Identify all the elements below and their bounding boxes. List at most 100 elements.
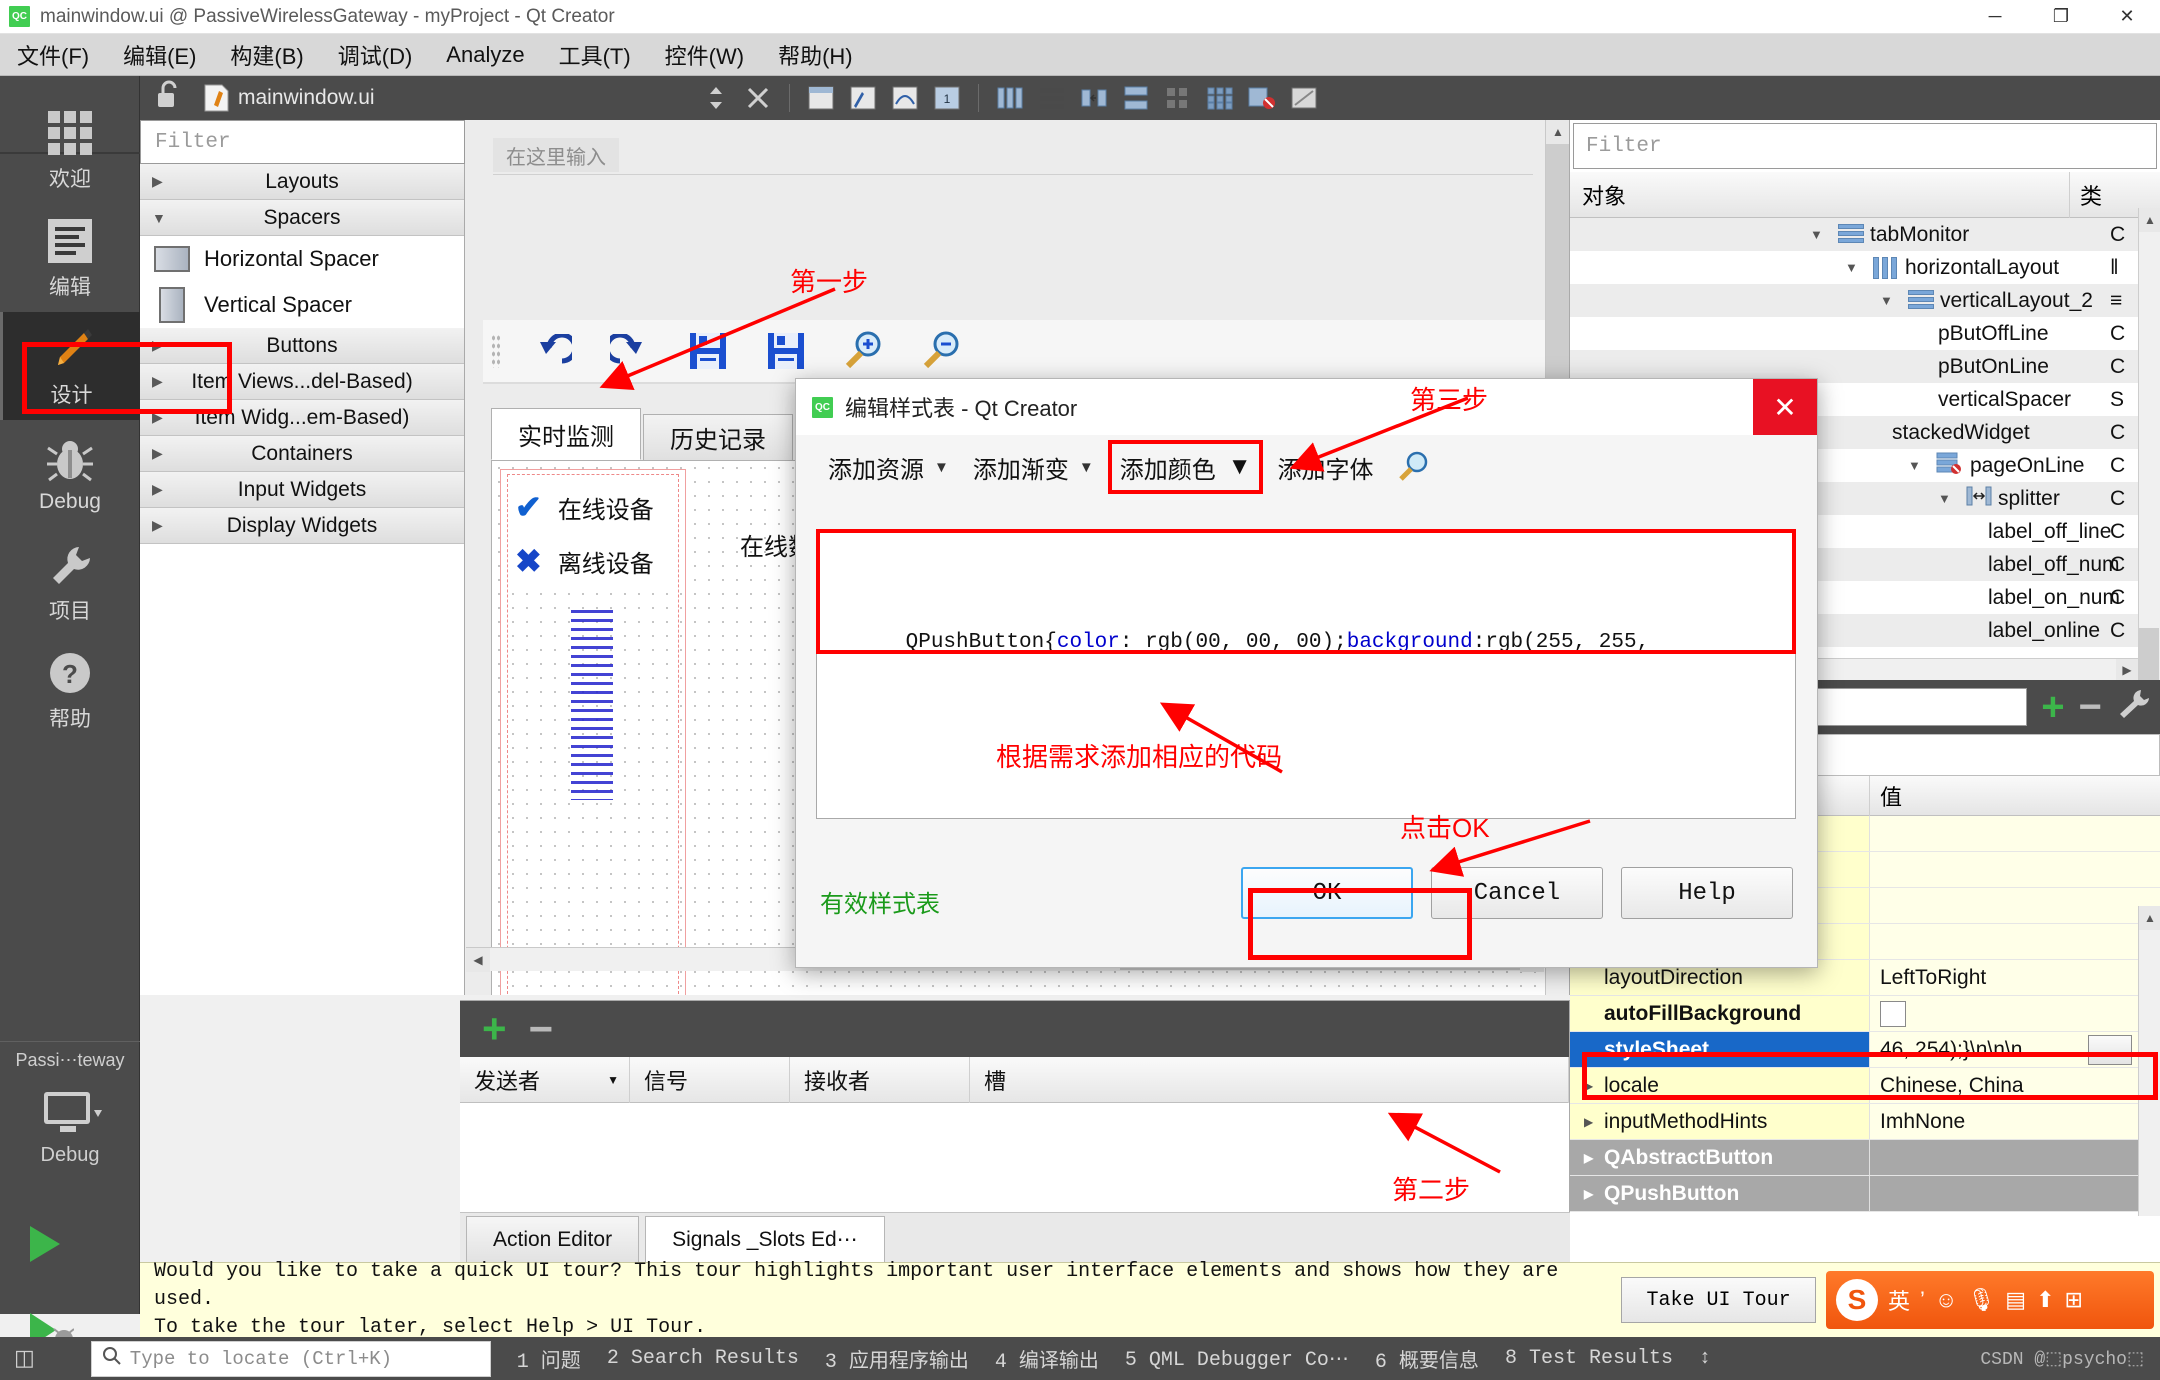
close-icon[interactable]	[741, 83, 775, 113]
maximize-button[interactable]: ❐	[2028, 0, 2094, 34]
minimize-button[interactable]: ─	[1962, 0, 2028, 34]
ime-voice-icon[interactable]: 🎙	[1967, 1287, 1995, 1313]
menu-tools[interactable]: 工具(T)	[542, 34, 648, 76]
chevron-down-icon[interactable]: ▼	[1079, 459, 1094, 476]
object-row-verticallayout2[interactable]: ▼ verticalLayout_2 ≡	[1570, 284, 2160, 317]
output-pane-resize-icon[interactable]: ↕	[1699, 1347, 1711, 1370]
edit-tab-order-icon[interactable]: 1	[930, 83, 964, 113]
column-signal[interactable]: 信号	[630, 1056, 790, 1103]
edit-buddies-icon[interactable]	[888, 83, 922, 113]
scroll-right-arrow-icon[interactable]: ▶	[2116, 659, 2138, 681]
property-value[interactable]	[1870, 924, 2160, 959]
take-ui-tour-button[interactable]: Take UI Tour	[1621, 1277, 1816, 1323]
menu-widgets[interactable]: 控件(W)	[648, 34, 761, 76]
object-row-pbutoffline[interactable]: pButOffLine C	[1570, 317, 2160, 350]
layout-vertical-icon[interactable]	[1035, 83, 1069, 113]
ime-punctuation-icon[interactable]: ’	[1920, 1287, 1925, 1313]
object-row-tabmonitor[interactable]: ▼ tabMonitor C	[1570, 218, 2160, 251]
scroll-left-arrow-icon[interactable]: ◀	[466, 947, 490, 972]
widget-box-filter-input[interactable]: Filter	[140, 120, 465, 164]
widget-group-display-widgets[interactable]: ▶ Display Widgets	[140, 508, 464, 544]
status-item-search-results[interactable]: 2 Search Results	[607, 1347, 799, 1370]
ime-keyboard-icon[interactable]: ▤	[2005, 1287, 2026, 1313]
column-receiver[interactable]: 接收者	[790, 1056, 970, 1103]
edit-signals-icon[interactable]	[846, 83, 880, 113]
menubar-placeholder[interactable]: 在这里输入	[493, 138, 619, 172]
status-item-general-messages[interactable]: 6 概要信息	[1375, 1344, 1479, 1374]
mode-help[interactable]: ? 帮助	[0, 636, 140, 744]
widget-group-spacers[interactable]: ▼ Spacers	[140, 200, 464, 236]
help-button[interactable]: Help	[1621, 867, 1793, 919]
property-group-qpushbutton[interactable]: ▶ QPushButton	[1570, 1176, 2160, 1212]
chevron-down-icon[interactable]: ▼	[1228, 453, 1252, 481]
plus-icon[interactable]: +	[482, 1008, 507, 1050]
widget-group-containers[interactable]: ▶ Containers	[140, 436, 464, 472]
split-icon[interactable]	[699, 83, 733, 113]
open-file-name[interactable]: mainwindow.ui	[238, 86, 375, 110]
minus-icon[interactable]: −	[2079, 687, 2102, 727]
scroll-up-arrow-icon[interactable]: ▲	[2139, 906, 2160, 930]
object-inspector-vertical-scrollbar[interactable]: ▲	[2138, 208, 2160, 748]
ime-emoji-icon[interactable]: ☺	[1935, 1287, 1957, 1313]
add-gradient-button[interactable]: 添加渐变 ▼	[963, 445, 1104, 489]
widget-horizontal-spacer[interactable]: Horizontal Spacer	[140, 236, 464, 282]
chevron-right-icon[interactable]: ▶	[1584, 1187, 1593, 1201]
kit-selector[interactable]: Debug	[0, 1084, 140, 1166]
status-item-application-output[interactable]: 3 应用程序输出	[825, 1344, 969, 1374]
status-item-qml-debugger[interactable]: 5 QML Debugger Co⋯	[1125, 1346, 1349, 1372]
add-color-button-highlight[interactable]: 添加颜色 ▼	[1107, 440, 1264, 494]
break-layout-icon[interactable]	[1245, 83, 1279, 113]
property-value[interactable]: ImhNone	[1870, 1104, 2160, 1139]
menu-file[interactable]: 文件(F)	[0, 34, 106, 76]
wrench-icon[interactable]	[2116, 688, 2150, 726]
scroll-up-arrow-icon[interactable]: ▲	[1546, 120, 1569, 144]
widget-group-layouts[interactable]: ▶ Layouts	[140, 164, 464, 200]
property-row-inputmethodhints[interactable]: ▶ inputMethodHints ImhNone	[1570, 1104, 2160, 1140]
chevron-down-icon[interactable]: ▼	[1880, 293, 1893, 308]
widget-vertical-spacer[interactable]: Vertical Spacer	[140, 282, 464, 328]
chevron-down-icon[interactable]: ▼	[1938, 491, 1951, 506]
chevron-right-icon[interactable]: ▶	[1584, 1115, 1593, 1129]
property-row-autofillbackground[interactable]: autoFillBackground	[1570, 996, 2160, 1032]
mode-debug[interactable]: Debug	[0, 420, 140, 528]
menu-edit[interactable]: 编辑(E)	[106, 34, 213, 76]
object-row-horizontallayout[interactable]: ▼ horizontalLayout ‖	[1570, 251, 2160, 284]
tab-signals-slots-editor[interactable]: Signals _Slots Ed⋯	[645, 1216, 885, 1262]
layout-splitter-v-icon[interactable]	[1119, 83, 1153, 113]
column-slot[interactable]: 槽	[970, 1056, 1569, 1103]
ime-upload-icon[interactable]: ⬆	[2036, 1287, 2054, 1313]
edit-widgets-icon[interactable]	[804, 83, 838, 113]
mode-edit[interactable]: 编辑	[0, 204, 140, 312]
column-sender[interactable]: 发送者 ▼	[460, 1056, 630, 1103]
undo-icon[interactable]	[525, 328, 579, 374]
tab-realtime-monitor[interactable]: 实时监测	[491, 408, 641, 460]
property-value[interactable]: LeftToRight	[1870, 960, 2160, 995]
adjust-size-icon[interactable]	[1287, 83, 1321, 113]
active-project-label[interactable]: Passi⋯teway	[0, 1041, 140, 1079]
ime-language-label[interactable]: 英	[1888, 1284, 1910, 1316]
status-item-issues[interactable]: 1 问题	[517, 1344, 581, 1374]
property-group-qabstractbutton[interactable]: ▶ QAbstractButton	[1570, 1140, 2160, 1176]
dialog-close-button[interactable]: ✕	[1753, 379, 1817, 435]
layout-horizontal-icon[interactable]	[993, 83, 1027, 113]
menu-debug[interactable]: 调试(D)	[321, 34, 430, 76]
sidebar-toggle-icon[interactable]: ◫	[14, 1346, 35, 1372]
stylesheet-code-editor[interactable]: QPushButton{color: rgb(00, 00, 00);backg…	[816, 529, 1796, 654]
object-inspector-filter-input[interactable]: Filter	[1573, 123, 2157, 169]
unlock-icon[interactable]	[156, 80, 182, 116]
status-item-compile-output[interactable]: 4 编译输出	[995, 1344, 1099, 1374]
zoom-out-icon[interactable]	[915, 328, 969, 374]
column-object[interactable]: 对象	[1570, 171, 2070, 218]
toolbar-drag-handle[interactable]	[491, 334, 501, 368]
property-value[interactable]	[1870, 996, 2160, 1031]
tab-history[interactable]: 历史记录	[643, 414, 793, 460]
chevron-down-icon[interactable]: ▼	[934, 459, 949, 476]
locator-input[interactable]: Type to locate (Ctrl+K)	[90, 1340, 491, 1377]
column-class[interactable]: 类	[2070, 179, 2102, 211]
tab-action-editor[interactable]: Action Editor	[466, 1216, 640, 1262]
chevron-down-icon[interactable]: ▼	[1810, 227, 1823, 242]
vertical-layout-pane[interactable]: ✔ 在线设备 ✖ 离线设备	[500, 469, 686, 995]
run-button[interactable]	[30, 1226, 60, 1262]
ime-toolbar[interactable]: S 英 ’ ☺ 🎙 ▤ ⬆ ⊞	[1825, 1271, 2154, 1329]
layout-form-icon[interactable]	[1161, 83, 1195, 113]
